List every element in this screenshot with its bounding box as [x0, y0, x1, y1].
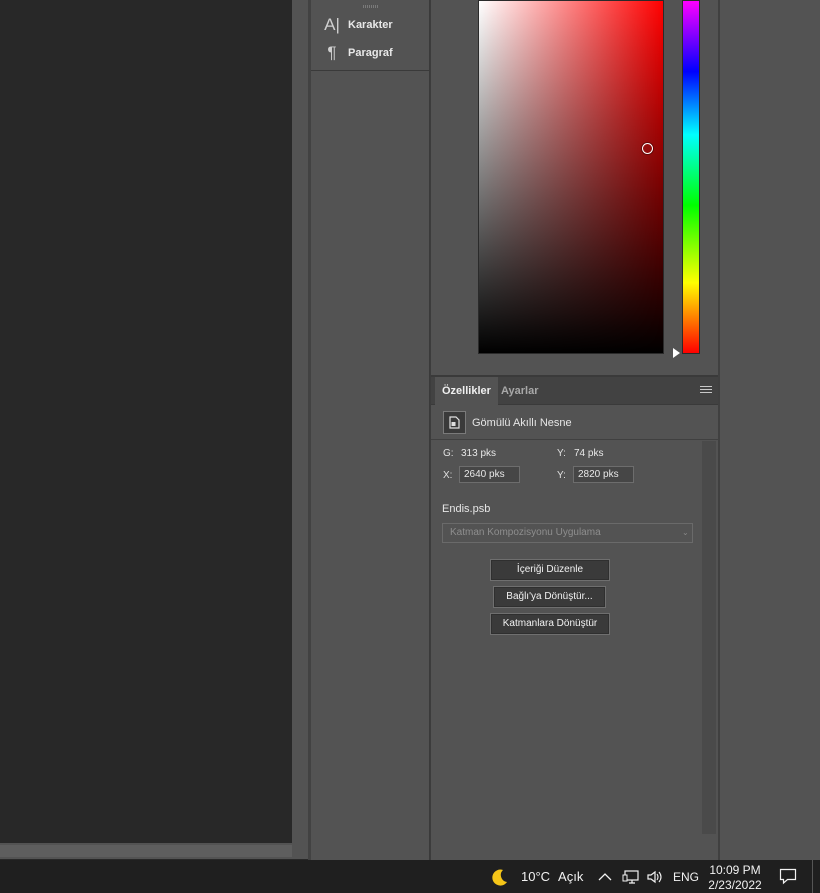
weather-condition: Açık: [558, 869, 584, 884]
dock-item-label: Karakter: [348, 19, 393, 31]
canvas-vertical-scrollbar[interactable]: [292, 0, 308, 843]
moon-icon: [492, 869, 507, 886]
layer-comp-select[interactable]: Katman Kompozisyonu Uygulama: [442, 523, 693, 543]
paragraph-icon: ¶: [327, 43, 337, 62]
height-label: Y:: [557, 448, 566, 459]
clock-date: 2/23/2022: [708, 878, 762, 892]
x-position-field[interactable]: 2640 pks: [459, 466, 520, 483]
edit-contents-button[interactable]: İçeriği Düzenle: [490, 559, 610, 581]
dock-separator: [311, 70, 430, 71]
volume-button[interactable]: [646, 860, 664, 893]
hue-slider-marker[interactable]: [673, 348, 680, 358]
smart-object-type-label: Gömülü Akıllı Nesne: [472, 417, 572, 429]
taskbar-clock[interactable]: 10:09 PM 2/23/2022: [705, 863, 765, 893]
smart-object-icon: [443, 411, 466, 434]
show-hidden-icons-button[interactable]: [598, 860, 612, 893]
width-label: G:: [443, 448, 454, 459]
network-icon: [622, 869, 639, 884]
width-value[interactable]: 313 pks: [461, 448, 496, 459]
height-value[interactable]: 74 pks: [574, 448, 603, 459]
clock-time: 10:09 PM: [709, 863, 761, 877]
chevron-down-icon: ⌄: [682, 528, 689, 537]
x-label: X:: [443, 470, 453, 481]
properties-divider: [431, 439, 718, 440]
character-icon: A|: [324, 15, 340, 34]
weather-temperature: 10°C: [521, 869, 551, 884]
convert-to-layers-button[interactable]: Katmanlara Dönüştür: [490, 613, 610, 635]
chevron-up-icon: [598, 872, 612, 880]
dock-item-character[interactable]: A| Karakter: [311, 12, 430, 38]
smart-object-glyph: [449, 416, 460, 429]
document-canvas[interactable]: [0, 0, 292, 843]
network-status-button[interactable]: [622, 860, 640, 893]
weather-widget[interactable]: 10°C Açık: [490, 860, 583, 893]
speaker-icon: [647, 870, 662, 883]
panel-menu-icon[interactable]: [700, 386, 712, 395]
input-language-indicator[interactable]: ENG: [673, 860, 699, 893]
tab-properties[interactable]: Özellikler: [435, 377, 498, 405]
canvas-horizontal-scroll-thumb[interactable]: [0, 845, 292, 857]
tab-adjustments[interactable]: Ayarlar: [494, 377, 546, 405]
y-position-field[interactable]: 2820 pks: [573, 466, 634, 483]
color-saturation-field[interactable]: [478, 0, 664, 354]
dock-grip-handle[interactable]: [363, 5, 379, 8]
dock-item-label: Paragraf: [348, 47, 393, 59]
properties-scrollbar[interactable]: [702, 441, 716, 834]
hue-slider[interactable]: [682, 0, 700, 354]
notification-icon: [779, 868, 797, 885]
notification-center-button[interactable]: [768, 860, 808, 893]
collapsed-panel-dock: [311, 0, 430, 860]
show-desktop-button[interactable]: [812, 860, 820, 893]
dock-item-paragraph[interactable]: ¶ Paragraf: [311, 40, 430, 66]
smart-object-file-name: Endis.psb: [442, 503, 491, 515]
convert-to-linked-button[interactable]: Bağlı'ya Dönüştür...: [493, 586, 606, 608]
y-label: Y:: [557, 470, 566, 481]
color-picker-cursor[interactable]: [642, 143, 653, 154]
far-right-panel: [720, 0, 820, 860]
